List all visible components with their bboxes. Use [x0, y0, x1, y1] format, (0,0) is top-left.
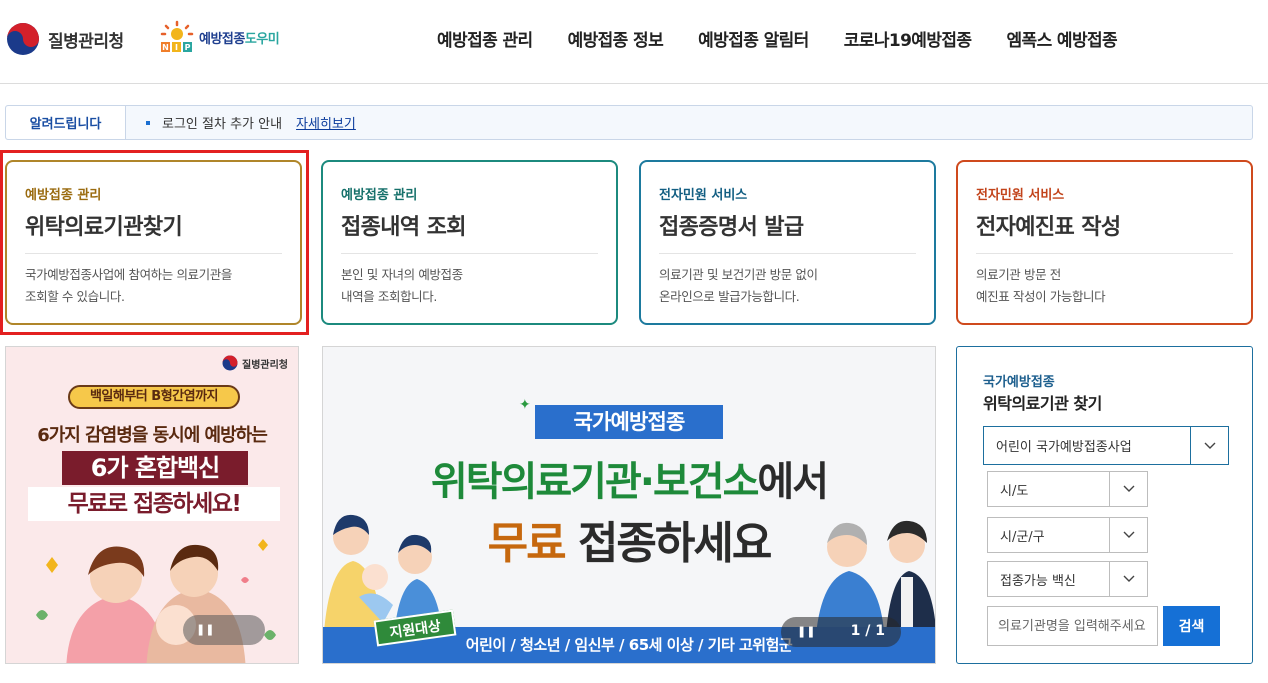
sigungu-select-value: 시/군/구: [1000, 529, 1045, 545]
banner-headline-orange: 무료: [487, 518, 567, 569]
card-find-clinic[interactable]: 예방접종 관리 위탁의료기관찾기 국가예방접종사업에 참여하는 의료기관을 조회…: [5, 160, 302, 325]
nav-item-vaccination-info[interactable]: 예방접종 정보: [568, 26, 664, 51]
org-name: 질병관리청: [48, 31, 124, 52]
chevron-down-icon: [1109, 562, 1147, 596]
banner-pause-button[interactable]: ❚❚: [183, 615, 265, 645]
banner-hexavalent-vaccine[interactable]: 질병관리청 백일해부터 B형간염까지 6가지 감염병을 동시에 예방하는 6가 …: [5, 346, 299, 664]
taegeuk-icon: [7, 23, 39, 55]
chevron-down-icon: [1109, 472, 1147, 506]
card-category: 전자민원 서비스: [659, 188, 748, 203]
search-title: 위탁의료기관 찾기: [983, 394, 1102, 413]
chevron-down-icon: [1190, 427, 1228, 464]
banner-headline-green: 위탁의료기관·보건소: [430, 459, 759, 505]
pause-icon[interactable]: ❚❚: [797, 625, 815, 638]
card-desc-line: 국가예방접종사업에 참여하는 의료기관을: [25, 267, 232, 282]
vaccine-select-value: 접종가능 백신: [1000, 573, 1076, 589]
kdca-logo[interactable]: 질병관리청: [6, 22, 124, 56]
nip-logo-text: 예방접종: [199, 31, 245, 47]
taegeuk-icon: [222, 355, 238, 371]
card-desc-line: 내역을 조회합니다.: [341, 289, 437, 304]
sido-select-value: 시/도: [1000, 483, 1029, 499]
notice-more-link[interactable]: 자세히보기: [296, 113, 356, 132]
nip-logo-text-helper: 도우미: [244, 31, 280, 47]
nip-sun-icon: N I P: [157, 20, 197, 54]
clinic-name-input[interactable]: [987, 606, 1158, 646]
banner-line: 6가지 감염병을 동시에 예방하는: [37, 425, 268, 446]
card-desc-line: 예진표 작성이 가능합니다: [976, 289, 1106, 304]
banner-national-vaccination[interactable]: ✦ 국가예방접종 위탁의료기관·보건소에서 무료 접종하세요 어린이 / 청소년…: [322, 346, 936, 664]
slide-counter: 1 / 1: [850, 623, 885, 639]
banner-headline: 6가 혼합백신: [62, 451, 248, 485]
chevron-down-icon: [1109, 518, 1147, 552]
nav-item-covid19[interactable]: 코로나19예방접종: [844, 26, 972, 51]
bullet-icon: [146, 120, 150, 125]
main-nav: 예방접종 관리 예방접종 정보 예방접종 알림터 코로나19예방접종 엠폭스 예…: [437, 26, 1152, 51]
card-e-questionnaire[interactable]: 전자민원 서비스 전자예진표 작성 의료기관 방문 전 예진표 작성이 가능합니…: [956, 160, 1253, 325]
card-category: 전자민원 서비스: [976, 188, 1065, 203]
notice-message[interactable]: 로그인 절차 추가 안내: [162, 113, 282, 132]
card-title: 접종내역 조회: [341, 209, 598, 254]
sido-select[interactable]: 시/도: [987, 471, 1148, 507]
card-category: 예방접종 관리: [341, 188, 418, 203]
search-category: 국가예방접종: [983, 375, 1055, 390]
banner-org: 질병관리청: [242, 359, 288, 371]
banner-headline-dark: 에서: [757, 459, 829, 505]
card-category: 예방접종 관리: [25, 188, 102, 203]
notice-bar: 알려드립니다 로그인 절차 추가 안내 자세히보기: [5, 105, 1253, 140]
card-certificate[interactable]: 전자민원 서비스 접종증명서 발급 의료기관 및 보건기관 방문 없이 온라인으…: [639, 160, 936, 325]
svg-text:I: I: [175, 43, 178, 52]
banner-headline: 무료로 접종하세요!: [28, 487, 280, 521]
card-desc-line: 의료기관 및 보건기관 방문 없이: [659, 267, 818, 282]
card-desc-line: 온라인으로 발급가능합니다.: [659, 289, 800, 304]
card-desc-line: 조회할 수 있습니다.: [25, 289, 125, 304]
card-title: 접종증명서 발급: [659, 209, 916, 254]
svg-text:P: P: [185, 43, 191, 52]
notice-tag: 알려드립니다: [6, 106, 126, 139]
vaccine-select[interactable]: 접종가능 백신: [987, 561, 1148, 597]
svg-text:N: N: [162, 43, 169, 52]
search-button[interactable]: 검색: [1163, 606, 1220, 646]
pause-icon: ❚❚: [196, 623, 215, 636]
program-select[interactable]: 어린이 국가예방접종사업: [983, 426, 1229, 465]
star-icon: ✦: [519, 397, 531, 413]
nav-item-vaccination-management[interactable]: 예방접종 관리: [437, 26, 533, 51]
nav-item-mpox[interactable]: 엠폭스 예방접종: [1006, 26, 1117, 51]
card-title: 위탁의료기관찾기: [25, 209, 282, 254]
banner-pill: 백일해부터 B형간염까지: [68, 385, 240, 409]
site-header: 질병관리청 N I P 예방접종도우미 예방접종 관리 예방접종 정보 예방접종…: [0, 0, 1268, 84]
banner-controls: ❚❚ 1 / 1: [781, 617, 901, 647]
program-select-value: 어린이 국가예방접종사업: [996, 440, 1132, 455]
nip-logo[interactable]: N I P 예방접종도우미: [157, 20, 280, 54]
card-vaccination-history[interactable]: 예방접종 관리 접종내역 조회 본인 및 자녀의 예방접종 내역을 조회합니다.: [321, 160, 618, 325]
card-desc-line: 본인 및 자녀의 예방접종: [341, 267, 463, 282]
banner-headline-dark: 접종하세요: [564, 518, 772, 569]
card-desc-line: 의료기관 방문 전: [976, 267, 1061, 282]
clinic-search-panel: 국가예방접종 위탁의료기관 찾기 어린이 국가예방접종사업 시/도 시/군/구 …: [956, 346, 1253, 664]
nav-item-vaccination-notice[interactable]: 예방접종 알림터: [698, 26, 809, 51]
banner-badge: 국가예방접종: [535, 405, 723, 439]
sigungu-select[interactable]: 시/군/구: [987, 517, 1148, 553]
card-title: 전자예진표 작성: [976, 209, 1233, 254]
